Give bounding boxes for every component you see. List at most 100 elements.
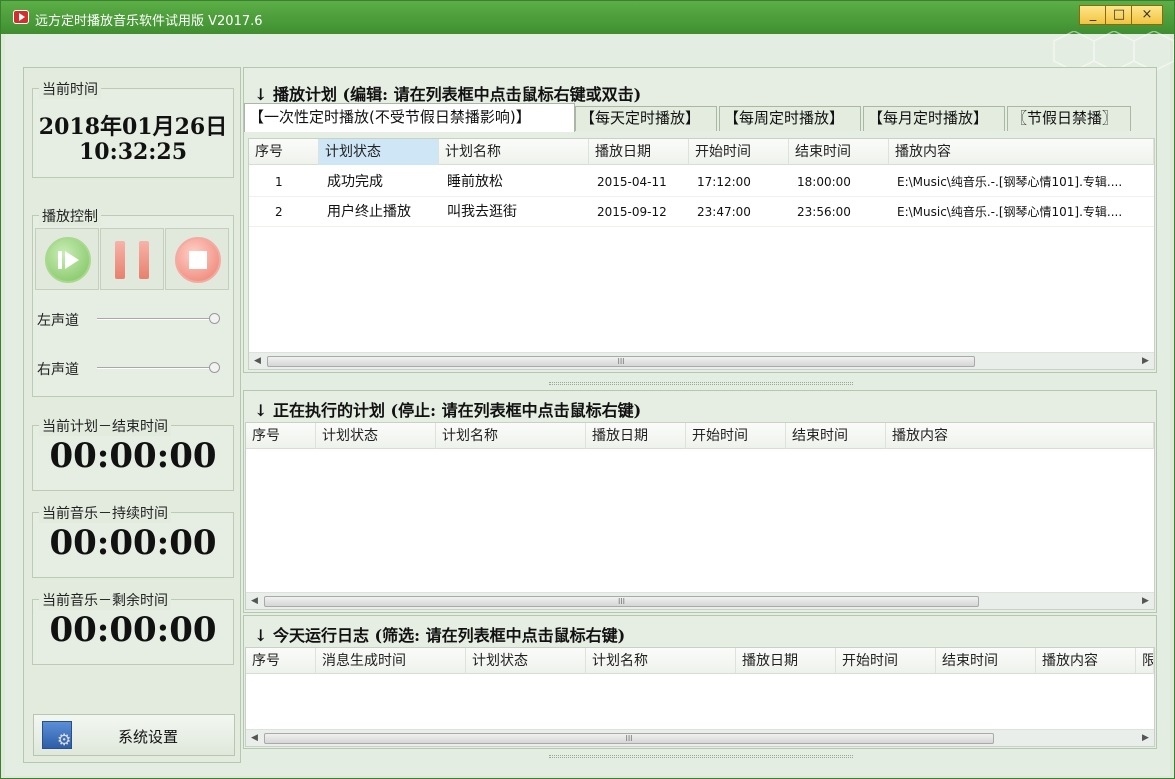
col-start[interactable]: 开始时间	[686, 423, 786, 449]
col-name[interactable]: 计划名称	[439, 139, 589, 165]
running-list-header: 序号 计划状态 计划名称 播放日期 开始时间 结束时间 播放内容	[246, 423, 1154, 449]
tab-weekly[interactable]: 【每周定时播放】	[719, 106, 861, 131]
row-index: 2	[275, 205, 283, 219]
col-index[interactable]: 序号	[246, 648, 316, 674]
running-hscrollbar[interactable]: ◀ III ▶	[246, 592, 1154, 609]
splitter-2[interactable]	[549, 755, 853, 758]
tab-daily[interactable]: 【每天定时播放】	[575, 106, 717, 131]
row-content: E:\Music\纯音乐.-.[钢琴心情101].专辑....	[897, 175, 1123, 189]
splitter-1[interactable]	[549, 382, 853, 385]
current-clock: 10:32:25	[78, 139, 188, 165]
left-panel: 当前时间 2018年01月26日 10:32:25 播放控制 左声道 右声道 当…	[23, 67, 241, 763]
current-date: 2018年01月26日	[38, 114, 228, 140]
row-content: E:\Music\纯音乐.-.[钢琴心情101].专辑....	[897, 205, 1123, 219]
system-settings-button[interactable]: 系统设置	[33, 714, 235, 756]
left-channel-slider[interactable]	[97, 318, 219, 320]
music-duration-value: 00:00:00	[49, 523, 217, 563]
music-duration-label: 当前音乐－持续时间	[39, 503, 171, 523]
log-title: ↓ 今天运行日志 (筛选: 请在列表框中点击鼠标右键)	[254, 626, 626, 645]
row-name: 叫我去逛街	[447, 204, 517, 220]
col-name[interactable]: 计划名称	[436, 423, 586, 449]
table-row[interactable]: 1 成功完成 睡前放松 2015-04-11 17:12:00 18:00:00…	[249, 167, 1154, 197]
col-index[interactable]: 序号	[249, 139, 319, 165]
app-icon	[13, 10, 29, 24]
scroll-left-icon[interactable]: ◀	[246, 730, 263, 747]
scroll-thumb[interactable]: III	[264, 733, 994, 744]
playback-control-group: 播放控制 左声道 右声道	[32, 206, 234, 397]
schedule-list[interactable]: 序号 计划状态 计划名称 播放日期 开始时间 结束时间 播放内容 1 成功完成 …	[248, 138, 1155, 370]
running-list[interactable]: 序号 计划状态 计划名称 播放日期 开始时间 结束时间 播放内容 ◀ III ▶	[245, 422, 1155, 610]
maximize-button[interactable]: □	[1105, 5, 1133, 25]
current-time-group: 当前时间 2018年01月26日 10:32:25	[32, 79, 234, 178]
col-date[interactable]: 播放日期	[736, 648, 836, 674]
play-button[interactable]	[35, 228, 99, 290]
scroll-right-icon[interactable]: ▶	[1137, 730, 1154, 747]
col-end[interactable]: 结束时间	[786, 423, 886, 449]
music-remaining-group: 当前音乐－剩余时间 00:00:00	[32, 590, 234, 665]
minimize-button[interactable]: _	[1079, 5, 1107, 25]
scroll-left-icon[interactable]: ◀	[249, 353, 266, 370]
scroll-right-icon[interactable]: ▶	[1137, 353, 1154, 370]
schedule-list-header: 序号 计划状态 计划名称 播放日期 开始时间 结束时间 播放内容	[249, 139, 1154, 165]
col-start[interactable]: 开始时间	[836, 648, 936, 674]
pause-button[interactable]	[100, 228, 164, 290]
scroll-right-icon[interactable]: ▶	[1137, 593, 1154, 610]
music-duration-group: 当前音乐－持续时间 00:00:00	[32, 503, 234, 578]
app-window: 远方定时播放音乐软件试用版 V2017.6 _ □ × 当前时间 2018年01…	[0, 0, 1175, 779]
col-status[interactable]: 计划状态	[316, 423, 436, 449]
title-bar[interactable]: 远方定时播放音乐软件试用版 V2017.6 _ □ ×	[1, 1, 1174, 34]
col-end[interactable]: 结束时间	[789, 139, 889, 165]
row-name: 睡前放松	[447, 174, 503, 190]
row-status: 成功完成	[327, 174, 383, 190]
col-start[interactable]: 开始时间	[689, 139, 789, 165]
col-end[interactable]: 结束时间	[936, 648, 1036, 674]
stop-button[interactable]	[165, 228, 229, 290]
scroll-left-icon[interactable]: ◀	[246, 593, 263, 610]
col-index[interactable]: 序号	[246, 423, 316, 449]
row-date: 2015-04-11	[597, 175, 667, 189]
row-end: 23:56:00	[797, 205, 851, 219]
stop-icon	[175, 237, 221, 283]
tab-monthly[interactable]: 【每月定时播放】	[863, 106, 1005, 131]
col-message-time[interactable]: 消息生成时间	[316, 648, 466, 674]
log-list-header: 序号 消息生成时间 计划状态 计划名称 播放日期 开始时间 结束时间 播放内容 …	[246, 648, 1154, 674]
col-date[interactable]: 播放日期	[586, 423, 686, 449]
plan-end-value: 00:00:00	[49, 436, 217, 476]
schedule-section: ↓ 播放计划 (编辑: 请在列表框中点击鼠标右键或双击) 【一次性定时播放(不受…	[243, 67, 1157, 373]
log-hscrollbar[interactable]: ◀ III ▶	[246, 729, 1154, 746]
log-list[interactable]: 序号 消息生成时间 计划状态 计划名称 播放日期 开始时间 结束时间 播放内容 …	[245, 647, 1155, 747]
system-settings-label: 系统设置	[118, 728, 179, 746]
current-time-label: 当前时间	[39, 79, 101, 99]
schedule-title: ↓ 播放计划 (编辑: 请在列表框中点击鼠标右键或双击)	[254, 85, 642, 104]
pause-icon	[115, 241, 125, 279]
scroll-thumb[interactable]: III	[267, 356, 975, 367]
table-row[interactable]: 2 用户终止播放 叫我去逛街 2015-09-12 23:47:00 23:56…	[249, 197, 1154, 227]
col-content[interactable]: 播放内容	[1036, 648, 1136, 674]
col-limit[interactable]: 限	[1136, 648, 1154, 674]
window-title: 远方定时播放音乐软件试用版 V2017.6	[35, 14, 263, 29]
running-title: ↓ 正在执行的计划 (停止: 请在列表框中点击鼠标右键)	[254, 401, 642, 420]
left-channel-knob[interactable]	[209, 313, 220, 324]
play-icon	[45, 237, 91, 283]
col-content[interactable]: 播放内容	[889, 139, 1154, 165]
col-content[interactable]: 播放内容	[886, 423, 1154, 449]
col-status[interactable]: 计划状态	[466, 648, 586, 674]
col-name[interactable]: 计划名称	[586, 648, 736, 674]
row-start: 17:12:00	[697, 175, 751, 189]
plan-end-group: 当前计划－结束时间 00:00:00	[32, 416, 234, 491]
col-date[interactable]: 播放日期	[589, 139, 689, 165]
row-end: 18:00:00	[797, 175, 851, 189]
right-channel-slider[interactable]	[97, 367, 219, 369]
tab-one-time[interactable]: 【一次性定时播放(不受节假日禁播影响)】	[244, 103, 575, 132]
scroll-thumb[interactable]: III	[264, 596, 979, 607]
right-channel-knob[interactable]	[209, 362, 220, 373]
schedule-hscrollbar[interactable]: ◀ III ▶	[249, 352, 1154, 369]
playback-control-label: 播放控制	[39, 206, 101, 226]
running-section: ↓ 正在执行的计划 (停止: 请在列表框中点击鼠标右键) 序号 计划状态 计划名…	[243, 390, 1157, 613]
plan-end-label: 当前计划－结束时间	[39, 416, 171, 436]
row-index: 1	[275, 175, 283, 189]
close-button[interactable]: ×	[1131, 5, 1163, 25]
col-status[interactable]: 计划状态	[319, 139, 439, 165]
tab-holiday[interactable]: 〖节假日禁播〗	[1007, 106, 1131, 131]
left-channel-label: 左声道	[37, 313, 79, 329]
